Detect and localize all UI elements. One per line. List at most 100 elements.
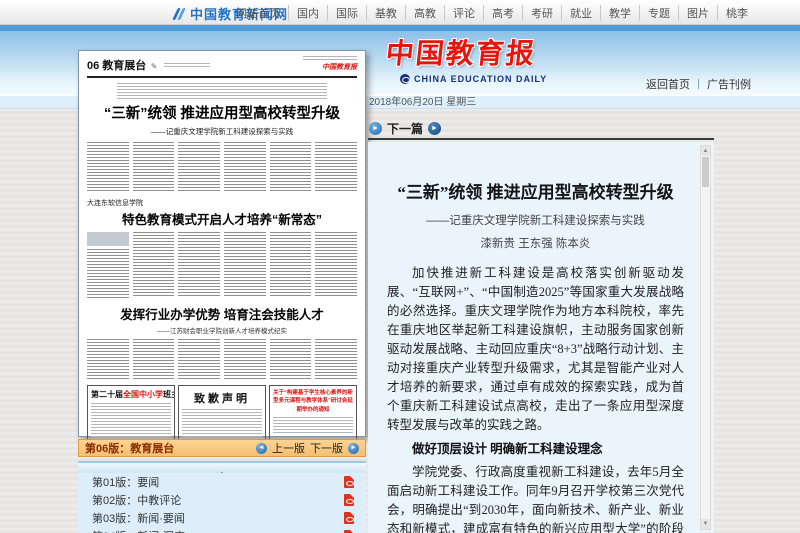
next-article-icon-right[interactable]: ► [428,122,441,135]
edition-label: 第04版：新闻·深度 [92,528,344,533]
back-home-link[interactable]: 返回首页 [638,76,698,92]
article-scrollbar[interactable]: ▲ ▼ [700,145,711,530]
edition-row-01[interactable]: 第01版：要闻 [78,473,366,491]
next-article-link[interactable]: 下一篇 [387,120,423,137]
next-article-row: ► 下一篇 ► [369,120,441,137]
scroll-up-button[interactable]: ▲ [701,146,710,156]
masthead-links: 返回首页 广告刊例 [638,76,759,92]
nav-item-employment[interactable]: 就业 [562,5,601,21]
newspaper-column-text [133,232,175,298]
nav-item-domestic[interactable]: 国内 [289,5,328,21]
newspaper-mini-logo: 中国教育报 [303,62,357,72]
pdf-icon[interactable] [344,494,354,506]
newspaper-columns-3 [87,339,357,379]
ad-rates-link[interactable]: 广告刊例 [699,76,759,92]
newspaper-column-text [270,339,312,379]
edition-row-04[interactable]: 第04版：新闻·深度 [78,527,366,533]
article-divider-line [368,138,714,140]
newspaper-column-text [133,142,175,192]
edition-label: 第01版：要闻 [92,474,344,490]
top-navigation-bar: 中国教育新闻网 网站首页 国内 国际 基教 高教 评论 高考 考研 就业 教学 … [0,0,800,25]
newspaper-issue-info [303,56,357,61]
nav-item-teaching[interactable]: 教学 [601,5,640,21]
newspaper-column-text [87,142,129,192]
newspaper-lead-text [117,83,328,99]
nav-item-home[interactable]: 网站首页 [228,5,289,21]
newspaper-column-text [315,339,357,379]
newspaper-kicker-2: 大连东软信息学院 [87,198,357,208]
newspaper-columns-1 [87,142,357,192]
newspaper-headline-3: 发挥行业办学优势 培育注会技能人才 [87,304,357,323]
newspaper-header: 06 教育展台 ✎ 中国教育报 [87,56,357,78]
newspaper-column-text [270,142,312,192]
newspaper-column-text [178,232,220,298]
newspaper-subhead-1: ——记重庆文理学院新工科建设探索与实践 [87,126,357,137]
globe-icon [400,74,410,84]
page: 中国教育新闻网 网站首页 国内 国际 基教 高教 评论 高考 考研 就业 教学 … [0,0,800,533]
next-page-icon[interactable]: ► [348,443,359,454]
newspaper-column-text [178,142,220,192]
nav-item-photos[interactable]: 图片 [679,5,718,21]
article-subtitle: ——记重庆文理学院新工科建设探索与实践 [387,212,684,228]
article-section-heading: 做好顶层设计 明确新工科建设理念 [387,440,684,459]
article-body: 加快推进新工科建设是高校落实创新驱动发展、“互联网+”、“中国制造2025”等国… [387,264,684,533]
newspaper-column-text [87,339,129,379]
newspaper-columns-2 [87,232,357,298]
newspaper-edition-label: 06 教育展台 [87,60,146,72]
newspaper-column-text [87,232,129,298]
edition-label: 第03版：新闻·要闻 [92,510,344,526]
article-panel: “三新”统领 推进应用型高校转型升级 ——记重庆文理学院新工科建设探索与实践 漆… [368,142,714,533]
newspaper-header-smallprint [164,63,210,69]
masthead-title: 中国教育报 [384,32,549,72]
nav-item-comment[interactable]: 评论 [445,5,484,21]
edition-list: 第01版：要闻 第02版：中教评论 第03版：新闻·要闻 第04版：新闻·深度 [78,473,366,533]
nav-item-special[interactable]: 专题 [640,5,679,21]
current-edition-label: 第06版：教育展台 [85,440,174,456]
pen-icon: ✎ [151,62,158,71]
pdf-icon[interactable] [344,476,354,488]
newspaper-column-text [315,142,357,192]
edition-label: 第02版：中教评论 [92,492,344,508]
article-paragraph-2: 学院党委、行政高度重视新工科建设，去年5月全面启动新工科建设工作。同年9月召开学… [387,463,684,533]
next-article-icon-left[interactable]: ► [369,122,382,135]
newspaper-subhead-3: ——江苏财会职业学院创新人才培养模式纪实 [87,325,357,335]
newspaper-inline-photo [87,232,129,246]
newspaper-column-text [224,232,266,298]
site-logo-icon [173,7,186,21]
prev-page-button[interactable]: 上一版 [272,440,305,456]
notice-box-banzhuren: 第二十届全国中小学班主任大会 [87,385,175,447]
nav-item-higher-edu[interactable]: 高教 [406,5,445,21]
newspaper-column-text [315,232,357,298]
nav-item-taoli[interactable]: 桃李 [718,5,756,21]
collapse-list-bar[interactable]: ▲ [78,461,366,473]
masthead-subtitle-row: CHINA EDUCATION DAILY [400,74,547,84]
edition-row-02[interactable]: 第02版：中教评论 [78,491,366,509]
date-text: 2018年06月20日 星期三 [369,97,476,109]
notice-box-apology: 致歉声明 [178,385,266,447]
newspaper-bottom-notices: 第二十届全国中小学班主任大会 致歉声明 关于“构建基于学生核心素养的新型多元课程… [87,385,357,447]
scrollbar-thumb[interactable] [702,157,709,187]
masthead[interactable]: 中国教育报 CHINA EDUCATION DAILY [386,32,547,84]
nav-item-kaoyan[interactable]: 考研 [523,5,562,21]
newspaper-column-text [224,142,266,192]
article-authors: 漆新贵 王东强 陈本炎 [387,235,684,251]
newspaper-headline-2: 特色教育模式开启人才培养“新常态” [87,209,357,228]
edition-pagebar: 第06版：教育展台 ◄ 上一版 下一版 ► [78,439,366,457]
top-nav-links: 网站首页 国内 国际 基教 高教 评论 高考 考研 就业 教学 专题 图片 桃李 [228,5,756,21]
notice-box-postpone: 关于“构建基于学生核心素养的新型多元课程与教学体系”研讨会延期举办的通知 [269,385,357,447]
next-page-button[interactable]: 下一版 [310,440,343,456]
nav-item-basic-edu[interactable]: 基教 [367,5,406,21]
nav-item-international[interactable]: 国际 [328,5,367,21]
prev-page-icon[interactable]: ◄ [256,443,267,454]
newspaper-page-image[interactable]: 06 教育展台 ✎ 中国教育报 “三新”统领 推进应用型高校转型升级 ——记重庆… [78,50,366,437]
newspaper-column-text [270,232,312,298]
article-title: “三新”统领 推进应用型高校转型升级 [387,178,684,203]
edition-row-03[interactable]: 第03版：新闻·要闻 [78,509,366,527]
pdf-icon[interactable] [344,512,354,524]
newspaper-column-text [178,339,220,379]
scroll-down-button[interactable]: ▼ [701,519,710,529]
article-paragraph-1: 加快推进新工科建设是高校落实创新驱动发展、“互联网+”、“中国制造2025”等国… [387,264,684,435]
masthead-subtitle: CHINA EDUCATION DAILY [414,74,547,84]
newspaper-column-text [133,339,175,379]
nav-item-gaokao[interactable]: 高考 [484,5,523,21]
